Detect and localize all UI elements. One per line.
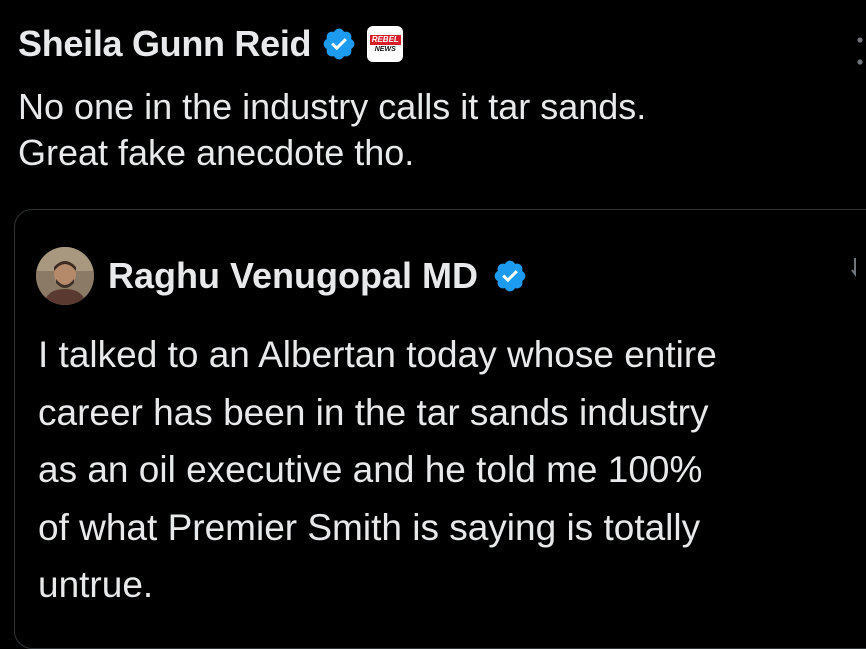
author-name[interactable]: Sheila Gunn Reid bbox=[18, 23, 312, 65]
quote-text-line: I talked to an Albertan today whose enti… bbox=[38, 334, 717, 375]
tweet-text: No one in the industry calls it tar sand… bbox=[18, 84, 858, 176]
more-options-icon[interactable] bbox=[848, 28, 866, 68]
quote-text-line: career has been in the tar sands industr… bbox=[38, 391, 709, 433]
quote-text-line: of what Premier Smith is saying is total… bbox=[38, 506, 701, 548]
rebel-news-affiliate-badge[interactable]: REBEL NEWS bbox=[367, 26, 404, 62]
verified-badge-icon[interactable] bbox=[492, 258, 528, 294]
tweet-author-row: Sheila Gunn Reid REBEL NEWS bbox=[18, 22, 404, 66]
caret-icon bbox=[851, 258, 856, 277]
redacted-area bbox=[604, 246, 844, 296]
tweet-text-line: No one in the industry calls it tar sand… bbox=[18, 86, 647, 127]
verified-badge-icon[interactable] bbox=[321, 26, 357, 62]
tweet-text-line: Great fake anecdote tho. bbox=[18, 132, 415, 173]
affiliate-badge-line1: REBEL bbox=[369, 35, 401, 45]
redacted-area bbox=[468, 18, 848, 74]
quote-text-line: as an oil executive and he told me 100% bbox=[38, 449, 703, 490]
quoted-tweet-text: I talked to an Albertan today whose enti… bbox=[38, 326, 864, 614]
quoted-author-name[interactable]: Raghu Venugopal MD bbox=[108, 255, 478, 297]
avatar[interactable] bbox=[36, 247, 94, 305]
quoted-tweet-header: Raghu Venugopal MD bbox=[36, 244, 528, 308]
tweet: Sheila Gunn Reid REBEL NEWS No one in th… bbox=[0, 0, 866, 649]
affiliate-badge-line2: NEWS bbox=[374, 46, 396, 53]
quote-text-line: untrue. bbox=[38, 564, 154, 605]
